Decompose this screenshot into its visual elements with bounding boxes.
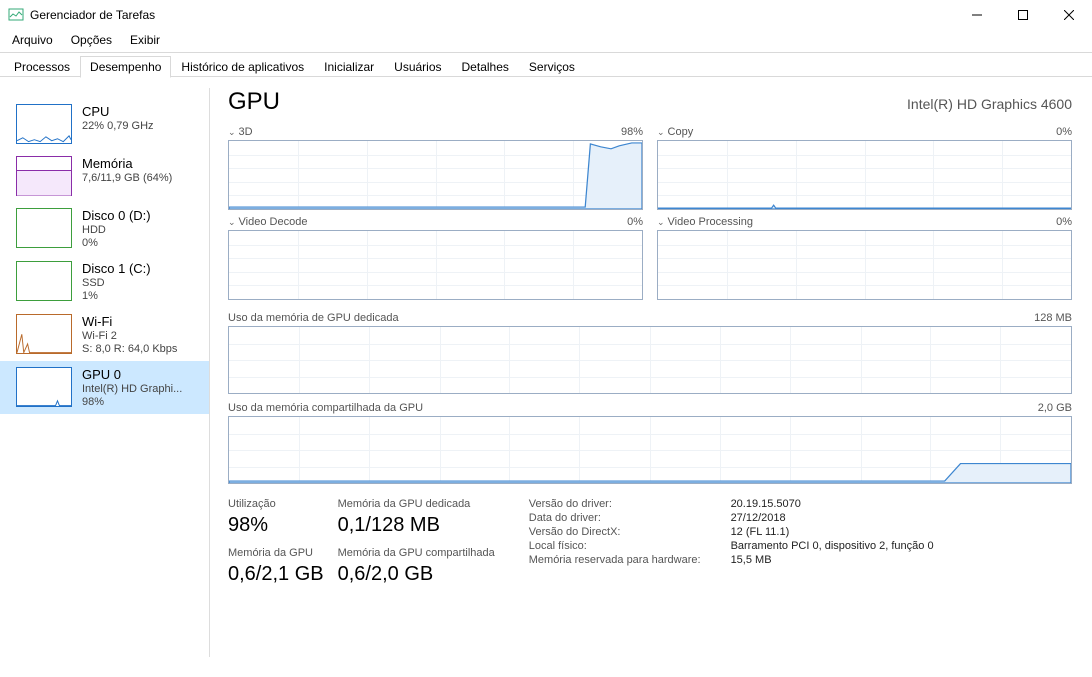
sidebar-item-disco0[interactable]: Disco 0 (D:) HDD 0% bbox=[0, 202, 209, 255]
window-title: Gerenciador de Tarefas bbox=[30, 8, 155, 22]
graph-shared-memory[interactable]: Uso da memória compartilhada da GPU 2,0 … bbox=[228, 402, 1072, 484]
menu-opcoes[interactable]: Opções bbox=[63, 31, 120, 49]
graph-dedicated-memory[interactable]: Uso da memória de GPU dedicada 128 MB bbox=[228, 312, 1072, 394]
titlebar: Gerenciador de Tarefas bbox=[0, 0, 1092, 30]
tab-historico[interactable]: Histórico de aplicativos bbox=[171, 56, 314, 78]
sidebar-item-gpu0[interactable]: GPU 0 Intel(R) HD Graphi... 98% bbox=[0, 361, 209, 414]
sharedmem-label: Memória da GPU compartilhada bbox=[338, 547, 495, 559]
menu-exibir[interactable]: Exibir bbox=[122, 31, 168, 49]
tab-inicializar[interactable]: Inicializar bbox=[314, 56, 384, 78]
gpumem-label: Memória da GPU bbox=[228, 547, 324, 559]
sidebar-item-label: GPU 0 bbox=[82, 367, 182, 382]
sidebar-item-sub2: 98% bbox=[82, 396, 182, 408]
disco1-thumb bbox=[16, 261, 72, 301]
sidebar-item-disco1[interactable]: Disco 1 (C:) SSD 1% bbox=[0, 255, 209, 308]
page-title: GPU bbox=[228, 88, 280, 116]
app-icon bbox=[8, 7, 24, 23]
tab-detalhes[interactable]: Detalhes bbox=[452, 56, 519, 78]
chevron-down-icon[interactable]: ⌄ bbox=[657, 127, 665, 138]
sidebar-item-label: Disco 0 (D:) bbox=[82, 208, 151, 223]
gpumem-value: 0,6/2,1 GB bbox=[228, 563, 324, 586]
sidebar-item-label: Disco 1 (C:) bbox=[82, 261, 151, 276]
tab-desempenho[interactable]: Desempenho bbox=[80, 56, 171, 78]
tab-servicos[interactable]: Serviços bbox=[519, 56, 585, 78]
chevron-down-icon[interactable]: ⌄ bbox=[228, 217, 236, 228]
sidebar-item-label: Wi-Fi bbox=[82, 314, 177, 329]
sidebar-item-sub2: S: 8,0 R: 64,0 Kbps bbox=[82, 343, 177, 355]
tabstrip: Processos Desempenho Histórico de aplica… bbox=[0, 55, 1092, 77]
util-label: Utilização bbox=[228, 498, 324, 510]
sidebar-item-sub: 7,6/11,9 GB (64%) bbox=[82, 172, 172, 184]
graph-video-processing[interactable]: ⌄Video Processing 0% bbox=[657, 216, 1072, 300]
chevron-down-icon[interactable]: ⌄ bbox=[228, 127, 236, 138]
util-value: 98% bbox=[228, 514, 324, 537]
disco0-thumb bbox=[16, 208, 72, 248]
stats-area: Utilização 98% Memória da GPU 0,6/2,1 GB… bbox=[228, 498, 1072, 586]
chevron-down-icon[interactable]: ⌄ bbox=[657, 217, 665, 228]
maximize-button[interactable] bbox=[1000, 0, 1046, 30]
sidebar: CPU 22% 0,79 GHz Memória 7,6/11,9 GB (64… bbox=[0, 88, 210, 657]
sidebar-item-sub2: 1% bbox=[82, 290, 151, 302]
gpu-name: Intel(R) HD Graphics 4600 bbox=[907, 96, 1072, 112]
minimize-button[interactable] bbox=[954, 0, 1000, 30]
tab-usuarios[interactable]: Usuários bbox=[384, 56, 451, 78]
sidebar-item-sub: SSD bbox=[82, 277, 151, 289]
cpu-thumb bbox=[16, 104, 72, 144]
sidebar-item-sub2: 0% bbox=[82, 237, 151, 249]
memoria-thumb bbox=[16, 156, 72, 196]
sidebar-item-memoria[interactable]: Memória 7,6/11,9 GB (64%) bbox=[0, 150, 209, 202]
tab-processos[interactable]: Processos bbox=[4, 56, 80, 78]
graph-copy[interactable]: ⌄Copy 0% bbox=[657, 126, 1072, 210]
menu-arquivo[interactable]: Arquivo bbox=[4, 31, 61, 49]
sidebar-item-label: Memória bbox=[82, 156, 172, 171]
dedmem-value: 0,1/128 MB bbox=[338, 514, 495, 537]
menubar: Arquivo Opções Exibir bbox=[0, 30, 1092, 50]
dedmem-label: Memória da GPU dedicada bbox=[338, 498, 495, 510]
sidebar-item-cpu[interactable]: CPU 22% 0,79 GHz bbox=[0, 98, 209, 150]
wifi-thumb bbox=[16, 314, 72, 354]
sidebar-item-sub: Wi-Fi 2 bbox=[82, 330, 177, 342]
sidebar-item-sub: HDD bbox=[82, 224, 151, 236]
graph-video-decode[interactable]: ⌄Video Decode 0% bbox=[228, 216, 643, 300]
sidebar-item-wifi[interactable]: Wi-Fi Wi-Fi 2 S: 8,0 R: 64,0 Kbps bbox=[0, 308, 209, 361]
gpu0-thumb bbox=[16, 367, 72, 407]
sharedmem-value: 0,6/2,0 GB bbox=[338, 563, 495, 586]
close-button[interactable] bbox=[1046, 0, 1092, 30]
details-table: Versão do driver:20.19.15.5070 Data do d… bbox=[529, 498, 934, 586]
sidebar-item-sub: 22% 0,79 GHz bbox=[82, 120, 154, 132]
main-panel: GPU Intel(R) HD Graphics 4600 ⌄3D 98% bbox=[210, 78, 1092, 677]
graph-3d[interactable]: ⌄3D 98% bbox=[228, 126, 643, 210]
sidebar-item-sub: Intel(R) HD Graphi... bbox=[82, 383, 182, 395]
sidebar-item-label: CPU bbox=[82, 104, 154, 119]
